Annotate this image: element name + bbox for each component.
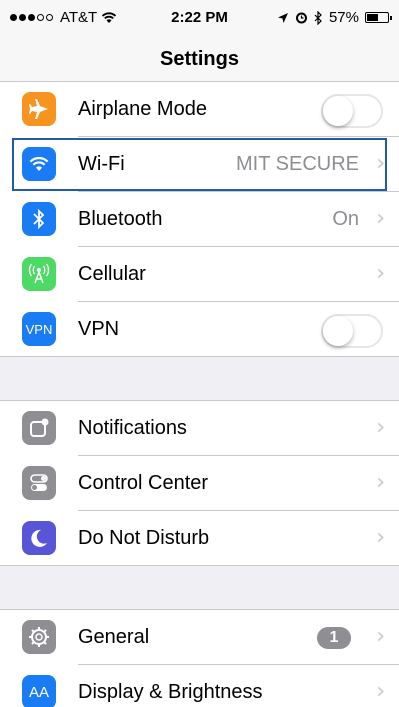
cellular-icon <box>22 257 56 291</box>
settings-row-label: Airplane Mode <box>78 98 207 120</box>
settings-row-bluetooth[interactable]: Bluetooth On › <box>0 192 399 247</box>
settings-row-label: General <box>78 626 150 648</box>
settings-row-label: Do Not Disturb <box>78 527 210 549</box>
settings-row-label: Notifications <box>78 417 187 439</box>
vpn-icon: VPN <box>22 312 56 346</box>
chevron-right-icon: › <box>376 415 385 440</box>
update-badge: 1 <box>317 627 351 649</box>
settings-row-label: Wi-Fi <box>78 153 125 175</box>
chevron-right-icon: › <box>376 151 385 176</box>
notifications-icon <box>22 411 56 445</box>
settings-row-label: Control Center <box>78 472 209 494</box>
settings-row-label: VPN <box>78 318 120 340</box>
settings-row-label: Cellular <box>78 263 146 285</box>
chevron-right-icon: › <box>376 261 385 286</box>
settings-row-wifi[interactable]: Wi-Fi MIT SECURE › <box>0 137 399 192</box>
page-title: Settings <box>160 48 239 70</box>
vpn-toggle[interactable] <box>321 314 383 348</box>
battery-percentage: 57% <box>328 9 359 26</box>
status-bar: AT&T 2:22 PM 57% <box>0 0 399 38</box>
wifi-network-value: MIT SECURE <box>236 153 359 175</box>
status-indicators: 57% <box>277 9 392 26</box>
settings-row-general[interactable]: General 1 › <box>0 610 399 665</box>
battery-icon <box>365 12 392 23</box>
settings-row-label: Display & Brightness <box>78 681 263 703</box>
navigation-bar: Settings <box>0 38 399 82</box>
settings-row-vpn[interactable]: VPN VPN <box>0 302 399 357</box>
settings-row-do-not-disturb[interactable]: Do Not Disturb › <box>0 511 399 566</box>
settings-row-label: Bluetooth <box>78 208 163 230</box>
control-center-icon <box>22 466 56 500</box>
alarm-icon <box>295 12 307 24</box>
settings-row-display-brightness[interactable]: AA Display & Brightness › <box>0 665 399 707</box>
moon-icon <box>22 521 56 555</box>
airplane-icon <box>22 92 56 126</box>
display-icon: AA <box>22 675 56 707</box>
bluetooth-icon <box>22 202 56 236</box>
location-icon <box>277 12 288 23</box>
bluetooth-status-icon <box>314 10 322 25</box>
settings-row-notifications[interactable]: Notifications › <box>0 401 399 456</box>
settings-row-cellular[interactable]: Cellular › <box>0 247 399 302</box>
settings-row-control-center[interactable]: Control Center › <box>0 456 399 511</box>
chevron-right-icon: › <box>376 206 385 231</box>
chevron-right-icon: › <box>376 624 385 649</box>
bluetooth-status-value: On <box>332 208 359 230</box>
wifi-icon <box>22 147 56 181</box>
settings-row-airplane-mode[interactable]: Airplane Mode <box>0 82 399 137</box>
chevron-right-icon: › <box>376 679 385 704</box>
chevron-right-icon: › <box>376 470 385 495</box>
chevron-right-icon: › <box>376 525 385 550</box>
gear-icon <box>22 620 56 654</box>
airplane-mode-toggle[interactable] <box>321 94 383 128</box>
